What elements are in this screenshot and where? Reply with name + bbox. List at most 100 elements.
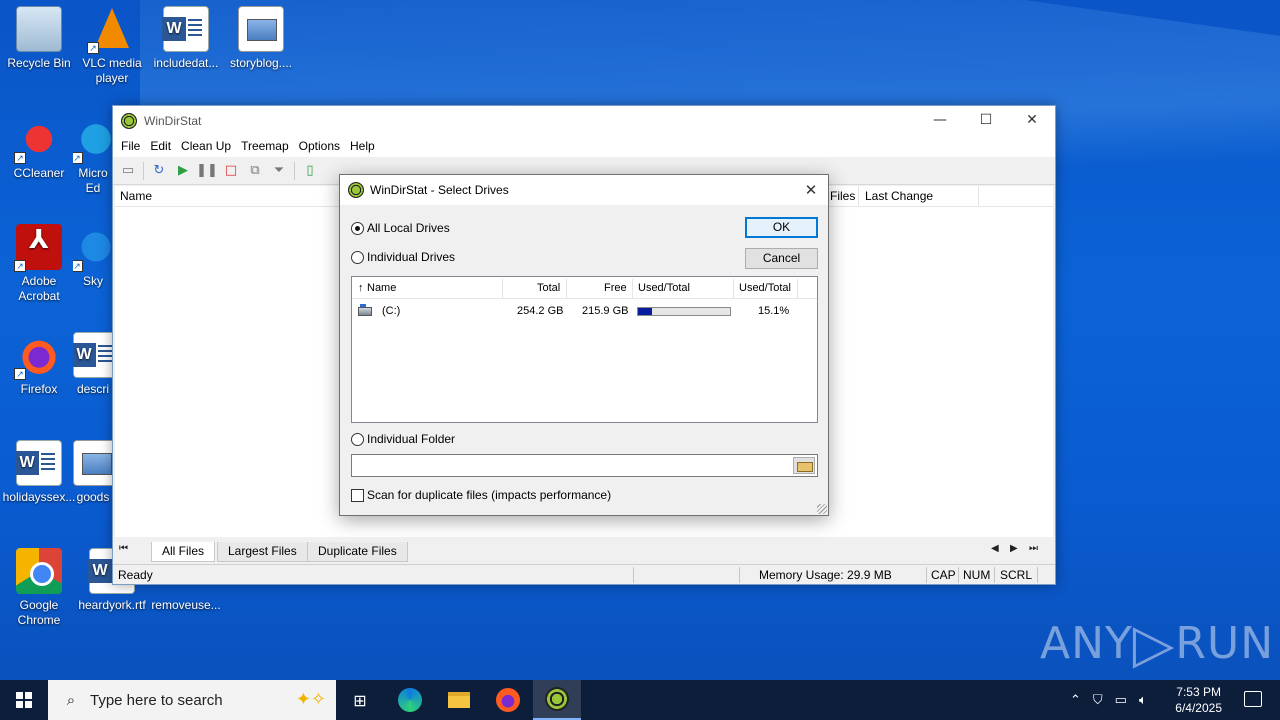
column-header-files[interactable]: Files (830, 189, 855, 203)
column-header-used-total-percent[interactable]: Used/Total (739, 282, 791, 294)
tab-largest-files[interactable]: Largest Files (217, 542, 308, 562)
desktop-icon-firefox[interactable]: ↗ Firefox (0, 332, 78, 397)
drive-used-percent: 15.1% (758, 305, 790, 317)
taskbar-edge[interactable] (386, 680, 434, 720)
network-icon[interactable]: ▭ (1115, 693, 1127, 708)
desktop-icon-vlc[interactable]: ↗ VLC media player (73, 6, 151, 86)
radio-individual-drives[interactable]: Individual Drives (351, 250, 455, 264)
tab-next-icon[interactable]: ▶ (1010, 543, 1018, 554)
toolbar-separator (143, 161, 144, 180)
dialog-titlebar[interactable]: WinDirStat - Select Drives ✕ (340, 175, 828, 205)
desktop-icon-holidayssex[interactable]: holidayssex... (0, 440, 78, 505)
status-scrl: SCRL (1000, 568, 1033, 582)
status-num: NUM (963, 568, 991, 582)
toolbar-separator (294, 161, 295, 180)
ok-button[interactable]: OK (745, 217, 818, 238)
cancel-button[interactable]: Cancel (745, 248, 818, 269)
acrobat-icon: ↗ (14, 224, 62, 272)
desktop-icon-sky[interactable]: ↗ Sky (73, 224, 113, 289)
column-header-name[interactable]: Name (367, 282, 396, 294)
menu-file[interactable]: File (116, 139, 145, 153)
task-view-icon[interactable]: ⊞ (336, 680, 384, 720)
status-separator (926, 567, 927, 583)
windirstat-app-icon (121, 112, 137, 129)
desktop-icon-label: Adobe Acrobat (18, 274, 60, 303)
copy-icon[interactable]: ⧉ (246, 162, 264, 180)
duplicate-scan-checkbox[interactable]: Scan for duplicate files (impacts perfor… (351, 488, 611, 502)
resize-grip-icon[interactable] (817, 504, 827, 514)
skype-icon: ↗ (73, 224, 113, 272)
desktop-icon-goods[interactable]: goods (73, 440, 113, 505)
recycle-bin-icon (16, 6, 62, 52)
column-header-total[interactable]: Total (537, 282, 560, 294)
taskbar-file-explorer[interactable] (435, 680, 483, 720)
pause-icon[interactable]: ❚❚ (196, 162, 218, 180)
radio-all-local-drives[interactable]: All Local Drives (351, 221, 450, 235)
hard-drive-icon (358, 304, 372, 316)
drive-row[interactable]: (C:) 254.2 GB 215.9 GB 15.1% (352, 303, 817, 321)
new-doc-icon[interactable]: ▯ (301, 162, 319, 180)
security-icon[interactable]: ⛉ (1093, 693, 1103, 708)
maximize-button[interactable]: ☐ (963, 106, 1009, 135)
menu-edit[interactable]: Edit (145, 139, 176, 153)
column-separator (632, 279, 633, 299)
chrome-icon (16, 548, 62, 594)
taskbar-search[interactable]: ⌕ Type here to search ✦✧ (48, 680, 336, 720)
open-folder-icon[interactable]: ▭ (119, 162, 137, 180)
tab-duplicate-files[interactable]: Duplicate Files (307, 542, 408, 562)
status-separator (1037, 567, 1038, 583)
desktop-icon-recycle-bin[interactable]: Recycle Bin (0, 6, 78, 71)
taskbar-windirstat[interactable] (533, 680, 581, 720)
column-separator (858, 186, 859, 207)
desktop-icon-includedat[interactable]: includedat... (147, 6, 225, 71)
dialog-close-button[interactable]: ✕ (800, 179, 822, 201)
desktop-icon-label: Google Chrome (17, 598, 61, 627)
edge-icon (398, 688, 422, 712)
main-titlebar[interactable]: WinDirStat — ☐ ✕ (113, 106, 1055, 135)
sort-ascending-icon: ↑ (358, 282, 364, 294)
filter-icon[interactable]: ⏷ (270, 162, 288, 180)
desktop-icon-descri[interactable]: descri (73, 332, 113, 397)
word-document-icon (73, 332, 113, 378)
desktop-icon-edge[interactable]: ↗ Micro Ed (73, 116, 113, 196)
desktop-icon-label: goods (76, 490, 110, 504)
desktop-icon-adobe-acrobat[interactable]: ↗ Adobe Acrobat (0, 224, 78, 304)
column-header-name[interactable]: Name (120, 189, 152, 203)
tab-prev-icon[interactable]: ◀ (991, 543, 999, 554)
folder-path-input[interactable] (351, 454, 818, 477)
checkbox-indicator (351, 488, 364, 502)
chevron-up-icon[interactable]: ⌃ (1070, 693, 1081, 708)
tab-all-files[interactable]: All Files (151, 542, 216, 562)
drive-list[interactable]: ↑ Name Total Free Used/Total Used/Total … (351, 276, 818, 423)
menu-treemap[interactable]: Treemap (236, 139, 294, 153)
menu-options[interactable]: Options (294, 139, 345, 153)
menu-help[interactable]: Help (345, 139, 380, 153)
tab-first-icon[interactable]: ⏮ (119, 543, 128, 554)
play-icon[interactable]: ▶ (174, 162, 192, 180)
desktop-icon-storyblog[interactable]: storyblog.... (222, 6, 300, 71)
volume-icon[interactable]: 🔈︎ (1139, 693, 1147, 708)
taskbar-clock[interactable]: 7:53 PM 6/4/2025 (1175, 684, 1222, 716)
column-header-last-change[interactable]: Last Change (865, 189, 933, 203)
browse-folder-icon[interactable] (793, 457, 815, 474)
refresh-icon[interactable]: ↻ (150, 162, 168, 180)
notification-icon[interactable] (1244, 691, 1262, 707)
taskbar-firefox[interactable] (484, 680, 532, 720)
desktop-icon-ccleaner[interactable]: ↗ CCleaner (0, 116, 78, 181)
drive-list-header: ↑ Name Total Free Used/Total Used/Total (352, 277, 817, 299)
edge-icon: ↗ (73, 116, 113, 164)
word-document-icon (162, 6, 209, 52)
column-separator (502, 279, 503, 299)
close-button[interactable]: ✕ (1009, 106, 1055, 135)
stop-icon[interactable]: □ (222, 162, 240, 180)
minimize-button[interactable]: — (917, 106, 963, 135)
column-header-free[interactable]: Free (604, 282, 627, 294)
image-file-icon (73, 440, 113, 486)
tab-last-icon[interactable]: ⏭ (1029, 543, 1038, 554)
radio-label: Individual Folder (367, 432, 456, 446)
radio-individual-folder[interactable]: Individual Folder (351, 432, 455, 446)
start-button[interactable] (0, 680, 48, 720)
column-header-used-total-bar[interactable]: Used/Total (638, 282, 690, 294)
desktop-icon-google-chrome[interactable]: Google Chrome (0, 548, 78, 628)
menu-clean-up[interactable]: Clean Up (176, 139, 236, 153)
